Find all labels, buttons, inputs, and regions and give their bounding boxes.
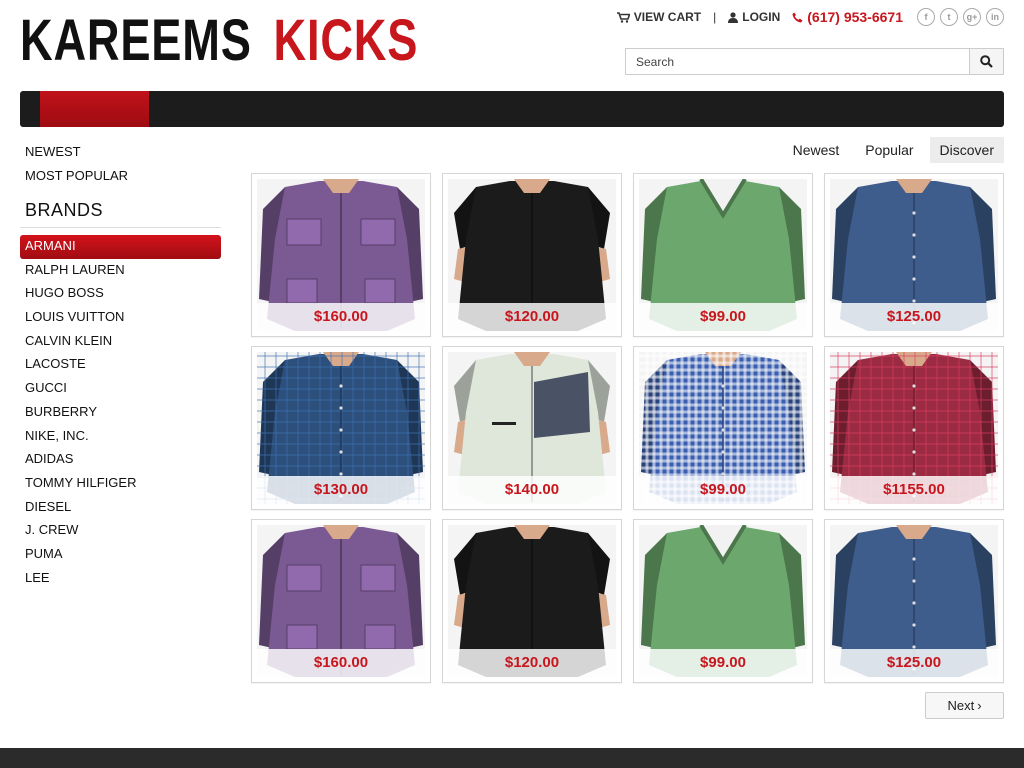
topbar-separator: | xyxy=(713,10,717,24)
sort-tab-newest[interactable]: Newest xyxy=(783,137,850,163)
product-card[interactable]: $99.00 xyxy=(633,346,813,510)
linkedin-icon[interactable]: in xyxy=(986,8,1004,26)
product-image[interactable]: $99.00 xyxy=(639,352,807,504)
product-grid: $160.00 $120.00 $99.00 $125.00 $130.00 $140.0… xyxy=(251,173,1004,683)
product-image[interactable]: $130.00 xyxy=(257,352,425,504)
product-image[interactable]: $99.00 xyxy=(639,179,807,331)
phone-icon xyxy=(792,12,803,22)
product-card[interactable]: $99.00 xyxy=(633,173,813,337)
product-price: $99.00 xyxy=(639,303,807,331)
product-image[interactable]: $140.00 xyxy=(448,352,616,504)
product-image[interactable]: $160.00 xyxy=(257,179,425,331)
product-image[interactable]: $1155.00 xyxy=(830,352,998,504)
product-price: $160.00 xyxy=(257,303,425,331)
product-card[interactable]: $140.00 xyxy=(442,346,622,510)
brand-list: ARMANI RALPH LAUREN HUGO BOSS LOUIS VUITTON… xyxy=(20,235,221,590)
logo-word-2: KICKS xyxy=(273,8,419,73)
product-card[interactable]: $1155.00 xyxy=(824,346,1004,510)
sidebar-link-most-popular[interactable]: MOST POPULAR xyxy=(20,164,221,188)
brand-item-diesel[interactable]: DIESEL xyxy=(20,496,221,520)
product-image[interactable]: $120.00 xyxy=(448,525,616,677)
product-price: $1155.00 xyxy=(830,476,998,504)
brand-item-burberry[interactable]: BURBERRY xyxy=(20,401,221,425)
product-price: $140.00 xyxy=(448,476,616,504)
brand-item-tommy-hilfiger[interactable]: TOMMY HILFIGER xyxy=(20,472,221,496)
product-price: $160.00 xyxy=(257,649,425,677)
product-card[interactable]: $120.00 xyxy=(442,173,622,337)
sidebar: NEWEST MOST POPULAR BRANDS ARMANI RALPH L… xyxy=(20,140,221,590)
brand-item-nike-inc[interactable]: NIKE, INC. xyxy=(20,425,221,449)
login-link[interactable]: LOGIN xyxy=(728,10,780,24)
brand-item-ralph-lauren[interactable]: RALPH LAUREN xyxy=(20,259,221,283)
product-price: $125.00 xyxy=(830,649,998,677)
phone-number: (617) 953-6671 xyxy=(807,9,903,25)
product-price: $120.00 xyxy=(448,303,616,331)
product-price: $125.00 xyxy=(830,303,998,331)
product-price: $130.00 xyxy=(257,476,425,504)
facebook-icon[interactable]: f xyxy=(917,8,935,26)
product-price: $99.00 xyxy=(639,649,807,677)
product-card[interactable]: $160.00 xyxy=(251,173,431,337)
product-card[interactable]: $125.00 xyxy=(824,173,1004,337)
brand-item-louis-vuitton[interactable]: LOUIS VUITTON xyxy=(20,306,221,330)
brand-item-lee[interactable]: LEE xyxy=(20,567,221,591)
product-image[interactable]: $120.00 xyxy=(448,179,616,331)
search-input[interactable] xyxy=(626,49,969,74)
brand-item-j-crew[interactable]: J. CREW xyxy=(20,519,221,543)
brand-item-calvin-klein[interactable]: CALVIN KLEIN xyxy=(20,330,221,354)
product-image[interactable]: $160.00 xyxy=(257,525,425,677)
sort-tabs: Newest Popular Discover xyxy=(777,137,1004,163)
search-button[interactable] xyxy=(969,49,1003,74)
phone-link[interactable]: (617) 953-6671 xyxy=(792,9,903,25)
cart-icon xyxy=(616,11,630,23)
search-icon xyxy=(980,55,993,68)
footer xyxy=(0,748,1024,768)
sort-tab-popular[interactable]: Popular xyxy=(855,137,923,163)
logo-word-1: KAREEMS xyxy=(20,8,252,73)
view-cart-link[interactable]: VIEW CART xyxy=(616,10,702,24)
brand-item-armani[interactable]: ARMANI xyxy=(20,235,221,259)
sort-tab-discover[interactable]: Discover xyxy=(929,137,1004,163)
top-utility-bar: VIEW CART | LOGIN (617) 953-6671 f t g+ in xyxy=(616,8,1004,26)
product-card[interactable]: $130.00 xyxy=(251,346,431,510)
product-image[interactable]: $125.00 xyxy=(830,525,998,677)
nav-active-item[interactable] xyxy=(40,91,149,127)
brand-item-puma[interactable]: PUMA xyxy=(20,543,221,567)
search-bar xyxy=(625,48,1004,75)
main-nav-bar xyxy=(20,91,1004,127)
brands-heading: BRANDS xyxy=(20,200,221,228)
view-cart-label: VIEW CART xyxy=(633,10,702,24)
product-card[interactable]: $120.00 xyxy=(442,519,622,683)
login-label: LOGIN xyxy=(742,10,781,24)
product-price: $99.00 xyxy=(639,476,807,504)
next-label: Next xyxy=(947,698,975,713)
next-page-button[interactable]: Next › xyxy=(925,692,1004,719)
brand-item-lacoste[interactable]: LACOSTE xyxy=(20,353,221,377)
site-logo[interactable]: KAREEMS KICKS xyxy=(20,12,418,70)
brand-item-adidas[interactable]: ADIDAS xyxy=(20,448,221,472)
user-icon xyxy=(728,11,739,23)
product-image[interactable]: $99.00 xyxy=(639,525,807,677)
chevron-right-icon: › xyxy=(977,698,982,713)
product-card[interactable]: $160.00 xyxy=(251,519,431,683)
product-price: $120.00 xyxy=(448,649,616,677)
brand-item-hugo-boss[interactable]: HUGO BOSS xyxy=(20,282,221,306)
sidebar-link-newest[interactable]: NEWEST xyxy=(20,140,221,164)
google-plus-icon[interactable]: g+ xyxy=(963,8,981,26)
product-card[interactable]: $99.00 xyxy=(633,519,813,683)
brand-item-gucci[interactable]: GUCCI xyxy=(20,377,221,401)
product-image[interactable]: $125.00 xyxy=(830,179,998,331)
social-links: f t g+ in xyxy=(917,8,1004,26)
product-card[interactable]: $125.00 xyxy=(824,519,1004,683)
twitter-icon[interactable]: t xyxy=(940,8,958,26)
